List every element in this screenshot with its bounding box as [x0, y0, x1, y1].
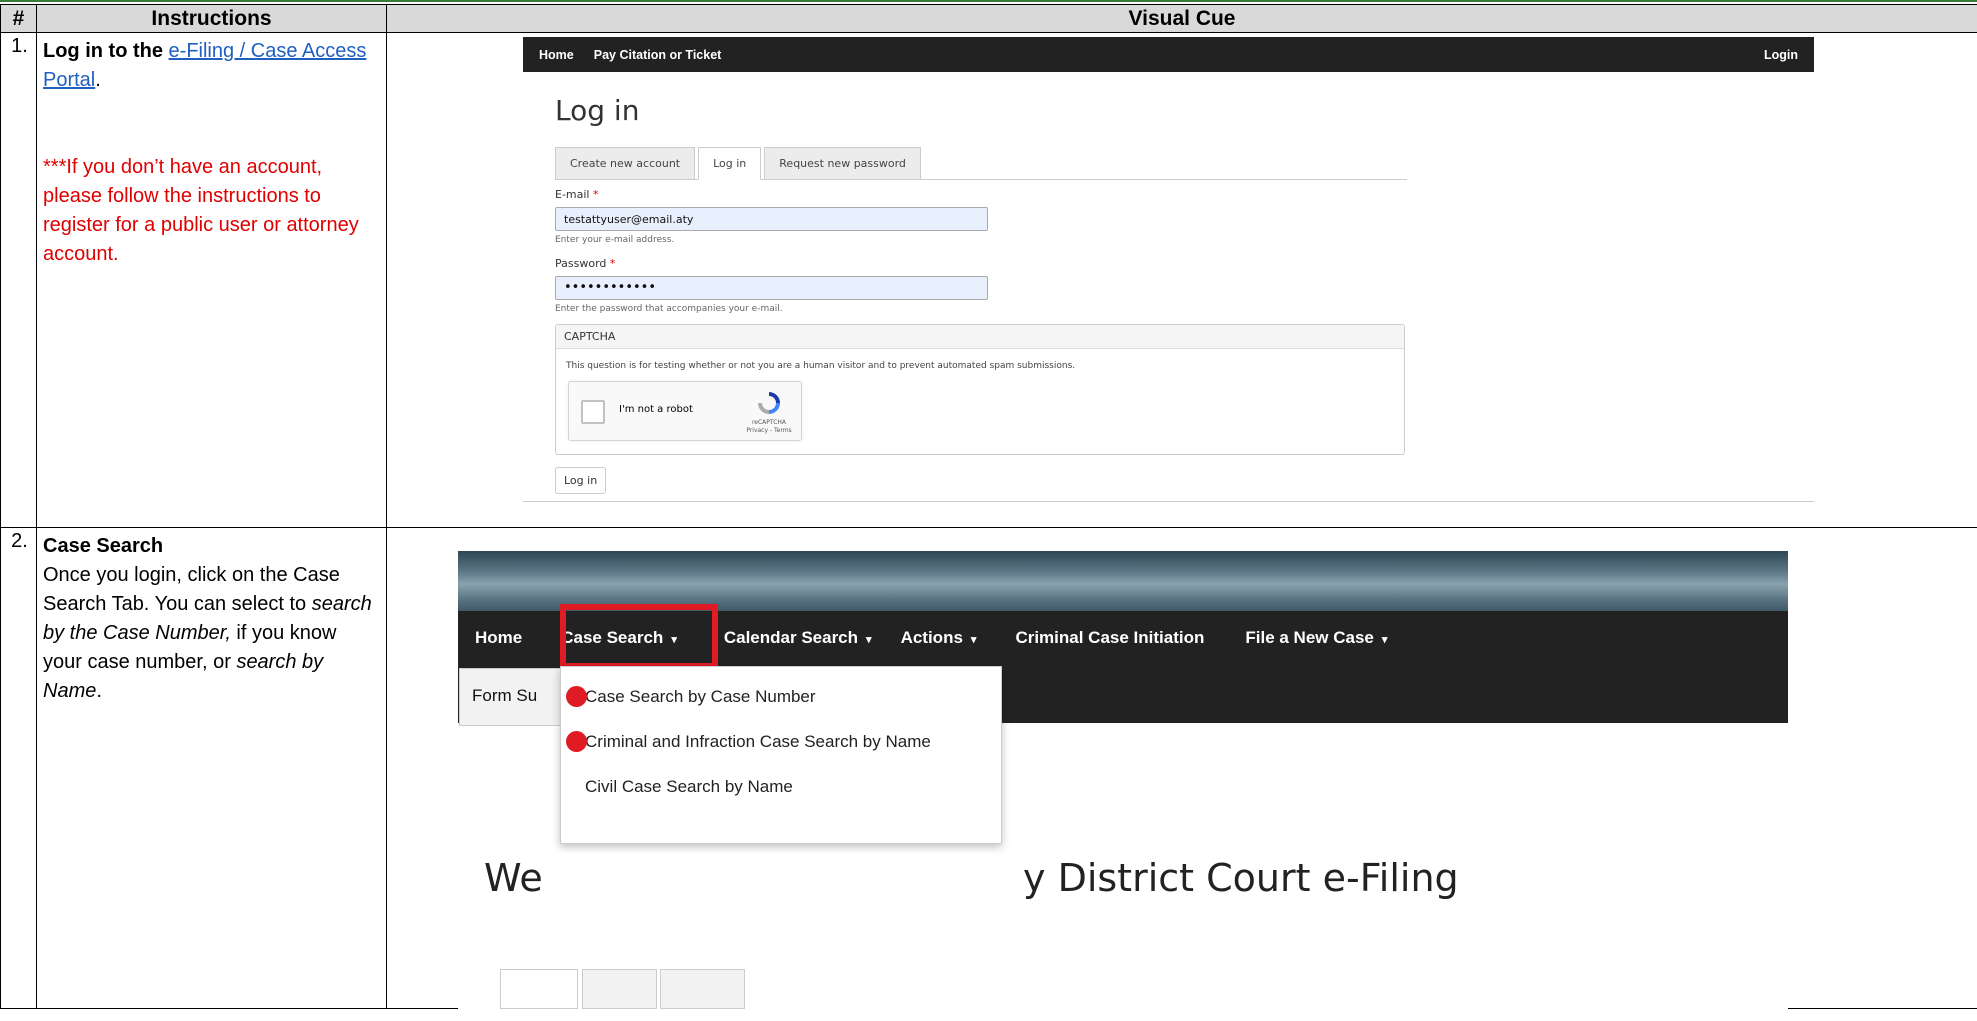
menu-item-case-number[interactable]: Case Search by Case Number	[561, 674, 1001, 719]
required-mark: *	[610, 257, 616, 270]
nav-calendar-search[interactable]: Calendar Search ▾	[694, 628, 889, 648]
menu-item-criminal-by-name[interactable]: Criminal and Infraction Case Search by N…	[561, 719, 1001, 764]
header-instructions: Instructions	[37, 5, 387, 33]
robot-checkbox[interactable]	[581, 400, 605, 424]
recaptcha-links[interactable]: Privacy - Terms	[745, 427, 793, 435]
visual-cue-1: Home Pay Citation or Ticket Login Log in…	[387, 33, 1977, 528]
chevron-down-icon: ▾	[1382, 634, 1388, 646]
password-label: Password *	[555, 257, 1814, 270]
chevron-down-icon: ▾	[866, 634, 872, 646]
step-instructions-2: Case Search Once you login, click on the…	[37, 528, 387, 1009]
page-tab[interactable]	[660, 969, 745, 1009]
page-tab[interactable]	[500, 969, 578, 1009]
login-page-title: Log in	[555, 94, 1814, 127]
password-field[interactable]: ••••••••••••	[555, 276, 988, 300]
recaptcha-icon	[755, 390, 783, 416]
step-number-2: 2.	[1, 528, 37, 1009]
captcha-box: CAPTCHA This question is for testing whe…	[555, 324, 1405, 455]
menu-item-case-number-label: Case Search by Case Number	[585, 687, 816, 707]
nav-home[interactable]: Home	[458, 628, 539, 648]
recaptcha-widget: I'm not a robot reCAPTCHA Privacy - Term…	[568, 381, 802, 441]
step-2-title: Case Search	[43, 535, 163, 557]
step-2-text-3: .	[96, 680, 102, 702]
login-form-area: Log in Create new account Log in Request…	[523, 94, 1814, 494]
email-label-text: E-mail	[555, 188, 590, 201]
step-instructions-1: Log in to the e-Filing / Case Access Por…	[37, 33, 387, 528]
step-number-1: 1.	[1, 33, 37, 528]
nav-login[interactable]: Login	[1764, 48, 1798, 62]
menu-item-criminal-by-name-label: Criminal and Infraction Case Search by N…	[585, 732, 931, 752]
visual-cue-2: Home Case Search▾ Calendar Search▾ Actio…	[387, 528, 1977, 1009]
chevron-down-icon: ▾	[971, 634, 977, 646]
login-page-navbar: Home Pay Citation or Ticket Login	[523, 37, 1814, 72]
step-1-title-text: Log in to the	[43, 40, 163, 62]
instructions-table: # Instructions Visual Cue 1. Log in to t…	[0, 4, 1977, 1009]
nav-actions[interactable]: Actions ▾	[889, 628, 994, 648]
email-label: E-mail *	[555, 188, 1814, 201]
red-dot-marker	[566, 686, 587, 707]
email-field[interactable]: testattyuser@email.aty	[555, 207, 988, 231]
nav-file-new-case-label: File a New Case	[1245, 628, 1374, 647]
case-search-screenshot: Home Case Search▾ Calendar Search▾ Actio…	[458, 551, 1788, 1021]
header-banner-image	[458, 551, 1788, 611]
nav-criminal-case-initiation[interactable]: Criminal Case Initiation	[993, 628, 1221, 648]
case-search-dropdown: Case Search by Case Number Criminal and …	[560, 666, 1002, 844]
robot-checkbox-label: I'm not a robot	[619, 404, 693, 415]
welcome-heading-left: We	[484, 856, 543, 900]
tab-log-in[interactable]: Log in	[698, 147, 761, 180]
step-2-text-1: Once you login, click on the Case Search…	[43, 564, 340, 615]
red-dot-marker	[566, 731, 587, 752]
welcome-heading-right: y District Court e-Filing	[1023, 856, 1459, 900]
required-mark: *	[593, 188, 599, 201]
tab-create-account[interactable]: Create new account	[555, 147, 695, 179]
header-number: #	[1, 5, 37, 33]
login-button[interactable]: Log in	[555, 467, 606, 494]
nav-actions-label: Actions	[901, 628, 963, 647]
tab-request-password[interactable]: Request new password	[764, 147, 921, 179]
welcome-heading: We y District Court e-Filing	[484, 856, 543, 900]
password-label-text: Password	[555, 257, 606, 270]
password-help: Enter the password that accompanies your…	[555, 304, 1814, 314]
captcha-title: CAPTCHA	[556, 325, 1404, 349]
header-visual-cue: Visual Cue	[387, 5, 1977, 33]
recaptcha-logo: reCAPTCHA Privacy - Terms	[745, 390, 793, 435]
case-search-highlight	[560, 604, 718, 669]
page-tab[interactable]	[582, 969, 657, 1009]
account-note: ***If you don’t have an account, please …	[43, 153, 380, 269]
step-1-title-end: .	[95, 69, 101, 91]
nav-file-new-case[interactable]: File a New Case ▾	[1221, 628, 1404, 648]
menu-item-civil-by-name[interactable]: Civil Case Search by Name	[561, 764, 1001, 809]
login-tabs: Create new account Log in Request new pa…	[555, 147, 1407, 180]
captcha-description: This question is for testing whether or …	[556, 349, 1404, 371]
step-1-title: Log in to the e-Filing / Case Access Por…	[43, 37, 380, 95]
recaptcha-brand: reCAPTCHA	[745, 419, 793, 427]
menu-item-civil-by-name-label: Civil Case Search by Name	[585, 777, 793, 797]
nav-calendar-search-label: Calendar Search	[724, 628, 858, 647]
page-tabs	[500, 969, 745, 1009]
nav-pay-citation[interactable]: Pay Citation or Ticket	[594, 48, 722, 62]
email-help: Enter your e-mail address.	[555, 235, 1814, 245]
nav-home[interactable]: Home	[539, 48, 574, 62]
login-screenshot: Home Pay Citation or Ticket Login Log in…	[523, 37, 1814, 502]
